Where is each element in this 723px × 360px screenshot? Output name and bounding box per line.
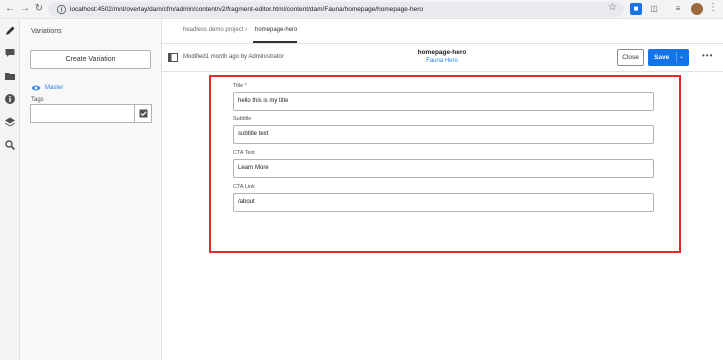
site-info-icon[interactable] <box>56 4 67 15</box>
subtitle-field[interactable]: subtitle text <box>233 125 654 144</box>
reload-icon[interactable]: ↻ <box>33 2 45 16</box>
more-options-icon[interactable]: ••• <box>702 51 713 60</box>
cta-text-field[interactable]: Learn More <box>233 159 654 178</box>
breadcrumb-item-current[interactable]: homepage-hero <box>255 27 297 33</box>
url-text[interactable]: localhost:4502/mnt/overlay/dam/cfm/admin… <box>70 3 423 16</box>
title-field[interactable]: hello this is my title <box>233 92 654 111</box>
pencil-icon[interactable] <box>4 25 16 37</box>
variation-label: Master <box>45 85 64 91</box>
chevron-down-icon[interactable]: ⌄ <box>679 49 684 66</box>
tags-picker-button[interactable] <box>134 104 152 123</box>
browser-menu-icon[interactable]: ⋮ <box>708 2 718 13</box>
fragment-editor-form: Title * hello this is my title Subtitle … <box>209 75 681 253</box>
cta-link-field[interactable]: /about <box>233 193 654 212</box>
tags-label: Tags <box>31 97 44 103</box>
search-settings-icon[interactable] <box>4 139 16 151</box>
breadcrumb: headless demo project › homepage-hero <box>162 19 723 44</box>
save-button[interactable]: Save ⌄ <box>648 49 689 66</box>
profile-avatar[interactable] <box>691 3 703 15</box>
extensions-puzzle-icon[interactable]: ◫ <box>648 3 660 15</box>
panel-toggle-icon[interactable] <box>168 53 178 62</box>
fragment-model-link[interactable]: Fauna Hero <box>362 58 522 64</box>
close-button[interactable]: Close <box>617 49 644 66</box>
folder-icon[interactable] <box>4 70 16 82</box>
checkbox-icon <box>139 109 148 118</box>
editor-toolbar: Modified1 month ago by Administrator hom… <box>162 44 723 72</box>
variations-panel: Variations Create Variation Master Tags <box>20 19 162 360</box>
eye-icon <box>31 85 41 91</box>
back-icon[interactable]: ← <box>4 2 16 16</box>
browser-toolbar: ← → ↻ localhost:4502/mnt/overlay/dam/cfm… <box>0 0 723 19</box>
tags-input[interactable] <box>30 104 135 123</box>
forward-icon[interactable]: → <box>19 2 31 16</box>
info-icon[interactable] <box>4 93 16 105</box>
breadcrumb-separator-icon: › <box>245 26 248 33</box>
left-rail <box>0 19 20 360</box>
fragment-title: homepage-hero <box>417 49 467 56</box>
address-bar[interactable]: localhost:4502/mnt/overlay/dam/cfm/admin… <box>48 2 624 17</box>
comment-icon[interactable] <box>4 47 16 59</box>
breadcrumb-active-indicator <box>253 41 297 43</box>
cta-text-label: CTA Text <box>233 150 255 156</box>
media-controls-icon[interactable]: ≡ <box>672 3 684 15</box>
subtitle-label: Subtitle <box>233 116 252 122</box>
extension-icon[interactable]: ■ <box>630 3 642 15</box>
save-label: Save <box>654 54 670 61</box>
bookmark-star-icon[interactable]: ☆ <box>608 2 617 13</box>
breadcrumb-item-project[interactable]: headless demo project <box>183 27 243 33</box>
create-variation-button[interactable]: Create Variation <box>30 50 151 69</box>
variations-title: Variations <box>31 28 62 35</box>
save-divider <box>676 52 677 63</box>
cta-link-label: CTA Link <box>233 184 255 190</box>
title-label: Title * <box>233 83 247 89</box>
modified-info: Modified1 month ago by Administrator <box>183 54 284 60</box>
layers-icon[interactable] <box>4 116 16 128</box>
